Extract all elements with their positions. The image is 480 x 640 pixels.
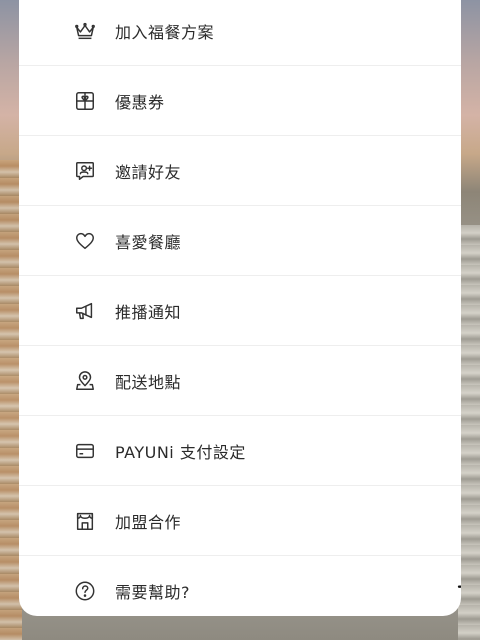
background-rock-right xyxy=(458,225,480,640)
menu-item-coupons[interactable]: 優惠券 xyxy=(19,66,461,136)
invite-friend-icon xyxy=(74,160,96,182)
menu-item-label: 優惠券 xyxy=(115,92,165,112)
menu-item-label: 邀請好友 xyxy=(115,162,182,182)
menu-item-delivery-address[interactable]: 配送地點 xyxy=(19,346,461,416)
heart-icon xyxy=(74,230,96,252)
menu-item-push-notifications[interactable]: 推播通知 xyxy=(19,276,461,346)
menu-item-label: 加盟合作 xyxy=(115,512,182,532)
menu-item-help[interactable]: 需要幫助? xyxy=(19,556,461,616)
help-circle-icon xyxy=(74,580,96,602)
location-pin-icon xyxy=(74,370,96,392)
crown-icon xyxy=(74,20,96,42)
menu-item-label: 喜愛餐廳 xyxy=(115,232,182,252)
menu-item-label: 需要幫助? xyxy=(115,583,190,602)
storefront-icon xyxy=(74,510,96,532)
gift-coupon-icon xyxy=(74,90,96,112)
credit-card-icon xyxy=(74,440,96,462)
menu-item-label: 加入福餐方案 xyxy=(115,22,215,42)
side-menu-panel: 加入福餐方案 優惠券 邀請好友 喜愛餐廳 推播通知 配送地點 PAYUNi 支付… xyxy=(19,0,461,616)
menu-item-label: 推播通知 xyxy=(115,302,182,322)
menu-item-payment-settings[interactable]: PAYUNi 支付設定 xyxy=(19,416,461,486)
menu-item-label: PAYUNi 支付設定 xyxy=(115,442,246,462)
loading-spinner-icon xyxy=(457,585,461,588)
menu-item-franchise[interactable]: 加盟合作 xyxy=(19,486,461,556)
menu-item-label: 配送地點 xyxy=(115,372,182,392)
menu-item-invite-friends[interactable]: 邀請好友 xyxy=(19,136,461,206)
menu-item-favorite-restaurants[interactable]: 喜愛餐廳 xyxy=(19,206,461,276)
megaphone-icon xyxy=(74,300,96,322)
menu-list: 加入福餐方案 優惠券 邀請好友 喜愛餐廳 推播通知 配送地點 PAYUNi 支付… xyxy=(19,0,461,616)
menu-item-meal-plan[interactable]: 加入福餐方案 xyxy=(19,0,461,66)
